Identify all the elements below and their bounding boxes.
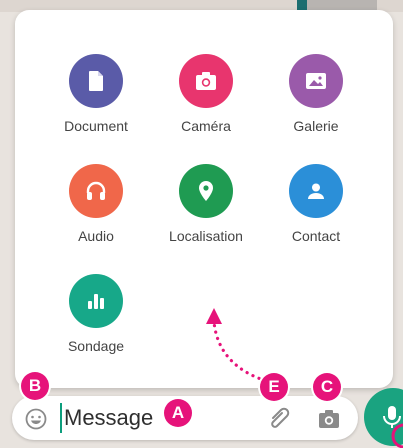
- gallery-icon: [289, 54, 343, 108]
- document-icon: [69, 54, 123, 108]
- background-accent: [297, 0, 307, 10]
- paperclip-icon[interactable]: [266, 405, 292, 431]
- badge-b: B: [21, 372, 49, 400]
- badge-c: C: [313, 373, 341, 401]
- camera-icon: [179, 54, 233, 108]
- attach-label-location: Localisation: [169, 228, 243, 244]
- attach-poll[interactable]: Sondage: [41, 274, 151, 354]
- poll-bars-icon: [69, 274, 123, 328]
- attach-label-audio: Audio: [78, 228, 114, 244]
- camera-icon[interactable]: [316, 407, 342, 431]
- attach-label-contact: Contact: [291, 228, 341, 244]
- attach-audio[interactable]: Audio: [41, 164, 151, 244]
- location-pin-icon: [179, 164, 233, 218]
- attach-location[interactable]: Localisation: [151, 164, 261, 244]
- emoji-icon[interactable]: [25, 408, 47, 430]
- partial-badge-edge: [391, 423, 403, 448]
- attach-contact[interactable]: Contact: [261, 164, 371, 244]
- attach-label-camera: Caméra: [181, 118, 231, 134]
- contact-person-icon: [289, 164, 343, 218]
- attach-camera[interactable]: Caméra: [151, 54, 261, 134]
- attach-label-gallery: Galerie: [293, 118, 339, 134]
- badge-a: A: [164, 399, 192, 427]
- message-input[interactable]: Message: [64, 400, 153, 436]
- attach-gallery[interactable]: Galerie: [261, 54, 371, 134]
- text-caret: [60, 403, 62, 433]
- background-message-edge: [307, 0, 377, 10]
- attach-document[interactable]: Document: [41, 54, 151, 134]
- headphones-icon: [69, 164, 123, 218]
- badge-e: E: [260, 373, 288, 401]
- attach-label-document: Document: [64, 118, 128, 134]
- attach-label-poll: Sondage: [67, 338, 125, 354]
